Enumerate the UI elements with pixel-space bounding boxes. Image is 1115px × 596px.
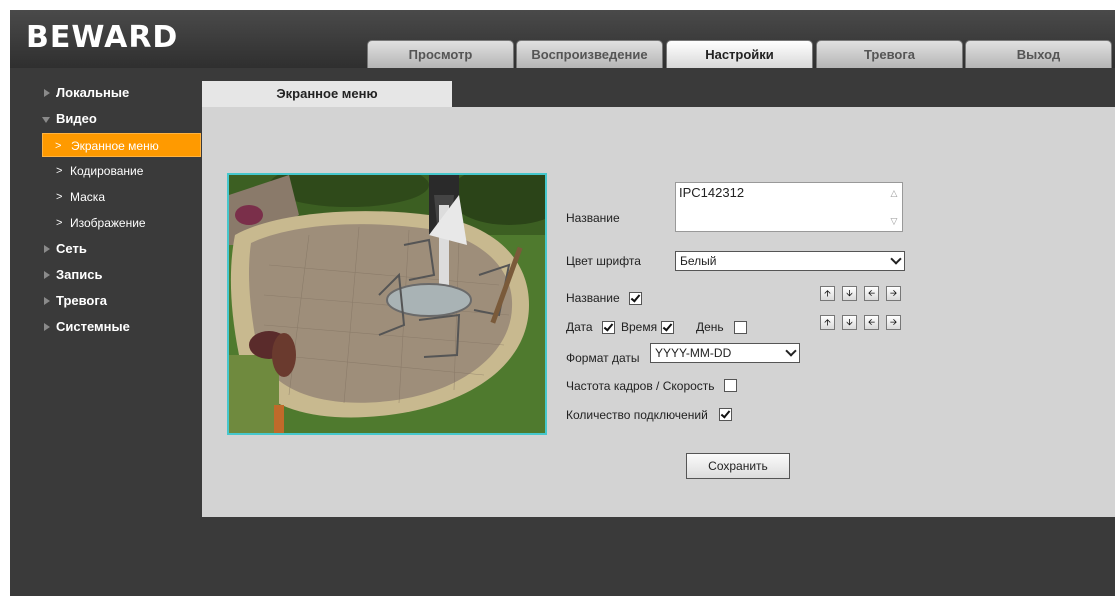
- chevron-right-icon: >: [56, 165, 63, 177]
- time-label: Время: [621, 320, 658, 334]
- sidebar-item-label: Тревога: [56, 293, 108, 308]
- checkmark-icon: [603, 321, 614, 332]
- chevron-right-icon: >: [55, 140, 62, 152]
- arrow-up-icon: 🡩: [824, 317, 831, 327]
- chevron-right-icon: >: [56, 217, 63, 229]
- date-arrow-right-button[interactable]: 🡪: [886, 315, 901, 330]
- osd-settings-panel: Название IPC142312 △ ▽ Цвет шрифта Белый…: [202, 107, 1115, 517]
- day-label: День: [696, 320, 724, 334]
- show-name-label: Название: [566, 291, 620, 305]
- save-button[interactable]: Сохранить: [686, 453, 790, 479]
- date-format-value: YYYY-MM-DD: [655, 346, 732, 360]
- patio-scene-image: [229, 175, 545, 433]
- sidebar-item-encoding[interactable]: > Кодирование: [10, 158, 202, 184]
- scroll-up-icon[interactable]: △: [888, 187, 900, 199]
- checkmark-icon: [630, 292, 641, 303]
- scroll-down-icon[interactable]: ▽: [888, 215, 900, 227]
- date-label: Дата: [566, 320, 593, 334]
- camera-preview: [227, 173, 547, 435]
- arrow-down-icon: 🡫: [846, 288, 853, 298]
- date-arrow-up-button[interactable]: 🡩: [820, 315, 835, 330]
- content-tab-osd[interactable]: Экранное меню: [202, 81, 452, 107]
- sidebar-item-label: Запись: [56, 267, 103, 282]
- sidebar-item-label: Кодирование: [70, 164, 144, 178]
- sidebar-item-label: Сеть: [56, 241, 87, 256]
- sidebar-item-label: Системные: [56, 319, 130, 334]
- sidebar: Локальные Видео > Экранное меню > Кодиро…: [10, 80, 202, 340]
- tab-settings[interactable]: Настройки: [666, 40, 813, 68]
- connections-checkbox[interactable]: [719, 408, 732, 421]
- arrow-down-icon: 🡫: [846, 317, 853, 327]
- name-value: IPC142312: [679, 185, 745, 200]
- sidebar-item-label: Экранное меню: [71, 139, 159, 153]
- triangle-right-icon: [44, 245, 50, 253]
- checkmark-icon: [662, 321, 673, 332]
- font-color-value: Белый: [680, 254, 717, 268]
- tab-playback[interactable]: Воспроизведение: [516, 40, 663, 68]
- date-checkbox[interactable]: [602, 321, 615, 334]
- sidebar-item-local[interactable]: Локальные: [10, 80, 202, 106]
- triangle-right-icon: [44, 271, 50, 279]
- connections-label: Количество подключений: [566, 408, 708, 422]
- sidebar-item-label: Маска: [70, 190, 105, 204]
- arrow-right-icon: 🡪: [889, 317, 898, 327]
- name-arrow-up-button[interactable]: 🡩: [820, 286, 835, 301]
- date-format-select[interactable]: YYYY-MM-DD: [650, 343, 800, 363]
- triangle-right-icon: [44, 297, 50, 305]
- sidebar-item-label: Видео: [56, 111, 97, 126]
- triangle-down-icon: [42, 117, 50, 123]
- triangle-right-icon: [44, 323, 50, 331]
- header: BEWARD Просмотр Воспроизведение Настройк…: [10, 10, 1115, 68]
- sidebar-item-image[interactable]: > Изображение: [10, 210, 202, 236]
- sidebar-item-network[interactable]: Сеть: [10, 236, 202, 262]
- chevron-down-icon: [890, 253, 902, 265]
- tab-logout[interactable]: Выход: [965, 40, 1112, 68]
- font-color-select[interactable]: Белый: [675, 251, 905, 271]
- name-label: Название: [566, 211, 620, 225]
- tab-view[interactable]: Просмотр: [367, 40, 514, 68]
- sidebar-item-label: Изображение: [70, 216, 146, 230]
- fps-bitrate-checkbox[interactable]: [724, 379, 737, 392]
- date-format-label: Формат даты: [566, 351, 640, 365]
- date-arrow-left-button[interactable]: 🡨: [864, 315, 879, 330]
- show-name-checkbox[interactable]: [629, 292, 642, 305]
- chevron-down-icon: [785, 345, 797, 357]
- app-frame: BEWARD Просмотр Воспроизведение Настройк…: [10, 10, 1115, 596]
- tab-alarm[interactable]: Тревога: [816, 40, 963, 68]
- chevron-right-icon: >: [56, 191, 63, 203]
- sidebar-item-record[interactable]: Запись: [10, 262, 202, 288]
- sidebar-item-osd[interactable]: > Экранное меню: [42, 133, 201, 157]
- name-arrow-left-button[interactable]: 🡨: [864, 286, 879, 301]
- checkmark-icon: [720, 408, 731, 419]
- arrow-right-icon: 🡪: [889, 288, 898, 298]
- arrow-up-icon: 🡩: [824, 288, 831, 298]
- font-color-label: Цвет шрифта: [566, 254, 641, 268]
- arrow-left-icon: 🡨: [867, 317, 876, 327]
- sidebar-item-system[interactable]: Системные: [10, 314, 202, 340]
- date-arrow-down-button[interactable]: 🡫: [842, 315, 857, 330]
- time-checkbox[interactable]: [661, 321, 674, 334]
- sidebar-item-alarm[interactable]: Тревога: [10, 288, 202, 314]
- name-textarea[interactable]: IPC142312 △ ▽: [675, 182, 903, 232]
- fps-bitrate-label: Частота кадров / Скорость: [566, 379, 715, 393]
- beward-logo: BEWARD: [26, 20, 179, 55]
- triangle-right-icon: [44, 89, 50, 97]
- sidebar-item-label: Локальные: [56, 85, 130, 100]
- name-arrow-right-button[interactable]: 🡪: [886, 286, 901, 301]
- arrow-left-icon: 🡨: [867, 288, 876, 298]
- sidebar-item-video[interactable]: Видео: [10, 106, 202, 132]
- sidebar-item-mask[interactable]: > Маска: [10, 184, 202, 210]
- day-checkbox[interactable]: [734, 321, 747, 334]
- name-arrow-down-button[interactable]: 🡫: [842, 286, 857, 301]
